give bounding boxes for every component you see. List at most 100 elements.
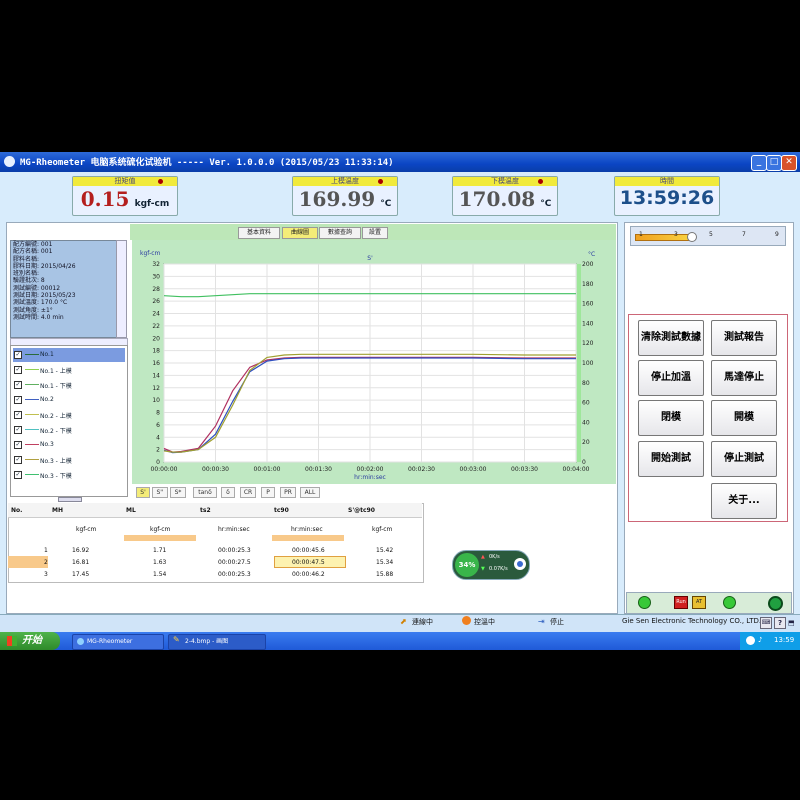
chart-tab-tan-delta[interactable]: tanδ [193, 487, 217, 498]
connect-icon: ⬈ [400, 617, 407, 626]
chart-tab-delta[interactable]: δ [221, 487, 235, 498]
series-item[interactable]: ✓ No.2 - 下模 [13, 423, 125, 437]
clock[interactable]: 13:59 [774, 636, 794, 644]
start-test-button[interactable]: 開始測試 [638, 441, 704, 477]
clear-test-data-button[interactable]: 清除測試數據 [638, 320, 704, 356]
col-header: ts2 [200, 507, 211, 514]
series-item[interactable]: ✓ No.1 - 上模 [13, 363, 125, 377]
checkbox[interactable]: ✓ [14, 381, 22, 389]
y2-tick-label: 80 [582, 380, 590, 387]
temp-control-icon [462, 616, 471, 625]
info-scrollbar[interactable] [116, 240, 127, 338]
start-button[interactable]: 开始 [0, 632, 60, 650]
series-item[interactable]: ✓ No.2 [13, 393, 125, 407]
s-at-tc90-value: 15.42 [376, 547, 394, 554]
series-color-swatch [25, 369, 39, 370]
status-stopped: 停止 [550, 618, 564, 626]
checkbox[interactable]: ✓ [14, 441, 22, 449]
series-item[interactable]: ✓ No.3 [13, 438, 125, 452]
taskbar-item-paint[interactable]: ✎ 2-4.bmp - 画图 [168, 634, 266, 650]
gauge-value: 170.08 °C [458, 187, 552, 211]
info-line: 測試角度: ±1° [13, 306, 53, 314]
chart-tab-p[interactable]: P [261, 487, 275, 498]
ml-value: 1.63 [153, 559, 167, 566]
y2-tick-label: 180 [582, 281, 594, 288]
chart-tab-cr[interactable]: CR [240, 487, 256, 498]
y-tick-label: 16 [152, 360, 160, 367]
tc90-value: 00:00:46.2 [292, 571, 325, 578]
table-row[interactable]: 3 17.45 1.54 00:00:25.3 00:00:46.2 15.88 [8, 568, 422, 580]
series-color-swatch [25, 414, 39, 415]
checkbox[interactable]: ✓ [14, 396, 22, 404]
mh-value: 16.81 [72, 559, 90, 566]
close-button[interactable]: ✕ [781, 155, 797, 171]
tab-data-query[interactable]: 數據查詢 [319, 227, 361, 239]
paint-icon: ✎ [173, 635, 180, 644]
open-mold-button[interactable]: 開模 [711, 400, 777, 436]
checkbox[interactable]: ✓ [14, 366, 22, 374]
close-mold-button[interactable]: 閉模 [638, 400, 704, 436]
upper-temp-gauge: 上模温度 169.99 °C [292, 176, 398, 216]
tab-settings[interactable]: 設置 [362, 227, 388, 239]
keyboard-icon[interactable]: ⌨ [760, 617, 772, 629]
series-item[interactable]: ✓ No.3 - 上模 [13, 453, 125, 467]
at-indicator: AT [692, 596, 706, 609]
lower-temp-gauge: 下模温度 170.08 °C [452, 176, 558, 216]
table-row[interactable]: 2 16.81 1.63 00:00:27.5 00:00:47.5 15.34 [8, 556, 422, 568]
chart-tab-s-prime[interactable]: S' [136, 487, 150, 498]
volume-icon[interactable]: ♪ [758, 636, 762, 644]
slider-thumb[interactable] [687, 232, 697, 242]
series-item[interactable]: ✓ No.1 [13, 348, 125, 362]
ime-icon[interactable]: ⬒ [788, 619, 796, 627]
x-tick-label: 00:03:00 [460, 466, 487, 473]
checkbox[interactable]: ✓ [14, 351, 22, 359]
stop-icon: ⇥ [538, 617, 545, 626]
s-at-tc90-value: 15.88 [376, 571, 394, 578]
speed-slider[interactable]: 1 3 5 7 9 [630, 226, 786, 246]
series-list: ✓ No.1 ✓ No.1 - 上模 ✓ No.1 - 下模 ✓ No.2 ✓ … [10, 345, 128, 497]
table-row[interactable]: 1 16.92 1.71 00:00:25.3 00:00:45.6 15.42 [8, 544, 422, 556]
unit-label: hr:min:sec [291, 526, 323, 533]
test-report-button[interactable]: 測試報告 [711, 320, 777, 356]
checkbox[interactable]: ✓ [14, 471, 22, 479]
x-tick-label: 00:04:00 [563, 466, 590, 473]
checkbox[interactable]: ✓ [14, 426, 22, 434]
maximize-button[interactable]: □ [766, 155, 782, 171]
x-axis-label: hr:min:sec [354, 474, 386, 481]
col-header: ML [126, 507, 136, 514]
chart-tab-s-double-prime[interactable]: S'' [152, 487, 168, 498]
splitter-handle[interactable] [58, 497, 82, 502]
help-icon[interactable]: ? [774, 617, 786, 629]
chart-tab-pr[interactable]: PR [280, 487, 296, 498]
taskbar-item-label: 2-4.bmp - 画图 [185, 638, 229, 645]
about-button[interactable]: 关于... [711, 483, 777, 519]
globe-icon [514, 558, 526, 570]
chart-tab-all[interactable]: ALL [300, 487, 320, 498]
taskbar-item-rheometer[interactable]: MG-Rheometer [72, 634, 164, 650]
x-tick-label: 00:02:00 [357, 466, 384, 473]
ml-col-marker [124, 535, 196, 541]
x-tick-label: 00:01:30 [305, 466, 332, 473]
network-tray-icon[interactable] [746, 636, 755, 645]
unit-label: hr:min:sec [218, 526, 250, 533]
s-at-tc90-value: 15.34 [376, 559, 394, 566]
title-bar[interactable]: MG-Rheometer 电脑系统硫化试验机 ----- Ver. 1.0.0.… [0, 152, 800, 172]
series-item[interactable]: ✓ No.2 - 上模 [13, 408, 125, 422]
col-header: MH [52, 507, 63, 514]
stop-test-button[interactable]: 停止測試 [711, 441, 777, 477]
series-item[interactable]: ✓ No.1 - 下模 [13, 378, 125, 392]
series-label: No.1 [40, 351, 54, 358]
network-widget[interactable]: 34% ▲ 0K/s ▼ 0.07K/s [452, 550, 530, 580]
minimize-button[interactable]: _ [751, 155, 767, 171]
chart-tab-s-star[interactable]: S* [170, 487, 186, 498]
checkbox[interactable]: ✓ [14, 456, 22, 464]
tab-curve[interactable]: 曲線圖 [282, 227, 318, 239]
checkbox[interactable]: ✓ [14, 411, 22, 419]
stop-heating-button[interactable]: 停止加溫 [638, 360, 704, 396]
series-label: No.3 - 下模 [40, 473, 72, 480]
series-item[interactable]: ✓ No.3 - 下模 [13, 468, 125, 482]
y-axis-label: kgf-cm [140, 250, 161, 257]
tab-basic-info[interactable]: 基本資料 [238, 227, 280, 239]
y-tick-label: 18 [152, 348, 160, 355]
stop-motor-button[interactable]: 馬達停止 [711, 360, 777, 396]
